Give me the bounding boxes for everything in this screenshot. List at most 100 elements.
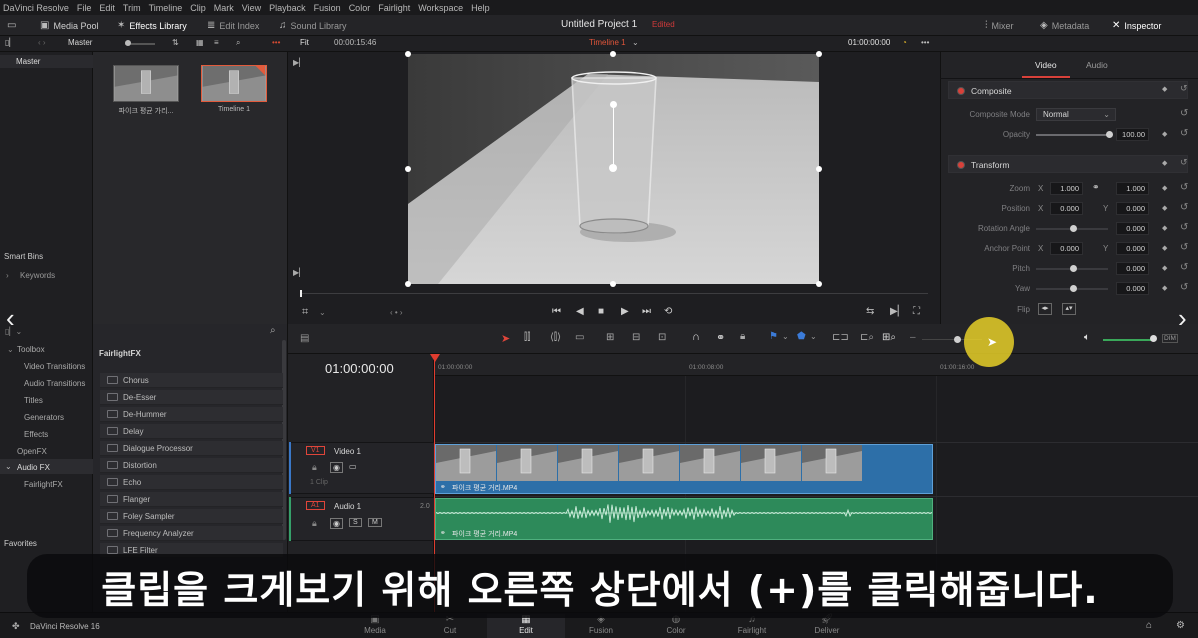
video-enable-icon[interactable]: ▭ <box>349 462 357 471</box>
fx-item[interactable]: Delay <box>100 424 283 439</box>
sound-library-button[interactable]: ♫ Sound Library <box>279 15 347 36</box>
custom-zoom-icon[interactable]: ⊞⌕ <box>882 332 896 343</box>
corner-handle-top-left[interactable] <box>405 51 411 57</box>
tree-titles[interactable]: Titles <box>24 396 43 405</box>
tree-audio-transitions[interactable]: Audio Transitions <box>24 379 85 388</box>
corner-handle-bottom-left[interactable] <box>405 281 411 287</box>
zoom-keyframe-icon[interactable]: ◆ <box>1162 184 1167 192</box>
anchor-x-value[interactable]: 0.000 <box>1050 242 1083 255</box>
clip-thumbnail[interactable] <box>113 65 179 102</box>
marker-icon[interactable]: ⬟ <box>797 331 806 342</box>
selection-tool-icon[interactable]: ➤ <box>501 332 510 345</box>
transform-tool-icon[interactable]: ⌗ <box>302 306 308 319</box>
dynamic-trim-icon[interactable]: ⟨⫿⟩ <box>550 332 561 343</box>
opacity-value[interactable]: 100.00 <box>1116 128 1149 141</box>
corner-handle-top-right[interactable] <box>816 51 822 57</box>
audio-fx-chevron-icon[interactable]: ⌄ <box>5 462 12 471</box>
playhead-handle[interactable] <box>430 354 440 362</box>
tree-audio-fx[interactable]: Audio FX <box>17 463 50 472</box>
menu-playback[interactable]: Playback <box>269 3 306 13</box>
insert-clip-icon[interactable]: ⊞ <box>606 332 614 343</box>
zoom-reset-icon[interactable]: ↺ <box>1180 182 1188 193</box>
pitch-value[interactable]: 0.000 <box>1116 262 1149 275</box>
transform-chevron-icon[interactable]: ⌄ <box>319 308 326 317</box>
opacity-reset-icon[interactable]: ↺ <box>1180 128 1188 139</box>
transform-keyframe-icon[interactable]: ◆ <box>1162 159 1167 167</box>
inspector-tab-audio[interactable]: Audio <box>1086 60 1108 70</box>
menu-mark[interactable]: Mark <box>214 3 234 13</box>
tree-video-transitions[interactable]: Video Transitions <box>24 362 85 371</box>
first-frame-icon[interactable]: ▶▏ <box>293 58 305 67</box>
play-icon[interactable]: ▶ <box>621 306 629 317</box>
viewer-options-icon[interactable]: ••• <box>921 38 929 47</box>
transform-enable-toggle[interactable] <box>957 161 965 169</box>
video-track-id[interactable]: V1 <box>306 446 325 455</box>
flip-vertical-icon[interactable]: ▴▾ <box>1062 303 1076 315</box>
position-y-value[interactable]: 0.000 <box>1116 202 1149 215</box>
pitch-slider-knob[interactable] <box>1070 265 1077 272</box>
edge-handle-left[interactable] <box>405 166 411 172</box>
pitch-keyframe-icon[interactable]: ◆ <box>1162 264 1167 272</box>
sync-icon[interactable]: ◔ <box>902 38 907 47</box>
menu-fairlight[interactable]: Fairlight <box>378 3 410 13</box>
timeline-thumbnail[interactable] <box>201 65 267 102</box>
full-extent-zoom-icon[interactable]: ⊏⊐ <box>832 332 849 343</box>
composite-reset-icon[interactable]: ↺ <box>1180 83 1188 94</box>
flip-horizontal-icon[interactable]: ◂▸ <box>1038 303 1052 315</box>
fx-item[interactable]: Flanger <box>100 492 283 507</box>
metadata-button[interactable]: ◈ Metadata <box>1040 15 1089 36</box>
anchor-reset-icon[interactable]: ↺ <box>1180 242 1188 253</box>
inspector-tab-video[interactable]: Video <box>1035 60 1057 70</box>
bin-keywords[interactable]: Keywords <box>20 271 55 280</box>
timeline-view-options-icon[interactable]: ▤ <box>300 333 309 344</box>
composite-mode-reset-icon[interactable]: ↺ <box>1180 108 1188 119</box>
fit-dropdown[interactable]: Fit <box>300 38 309 47</box>
zoom-out-icon[interactable]: – <box>910 332 916 343</box>
tree-fairlightfx[interactable]: FairlightFX <box>24 480 63 489</box>
video-track-name[interactable]: Video 1 <box>334 447 361 456</box>
composite-section-header[interactable]: Composite <box>948 81 1188 99</box>
rotation-slider-knob[interactable] <box>1070 225 1077 232</box>
link-icon[interactable]: ⚭ <box>1092 182 1100 193</box>
fx-item[interactable]: De-Hummer <box>100 407 283 422</box>
home-icon[interactable]: ⌂ <box>1146 620 1152 631</box>
audio-auto-select-icon[interactable]: ◉ <box>330 518 343 529</box>
marker-chevron-icon[interactable]: ⌄ <box>810 332 817 341</box>
more-options-icon[interactable]: ••• <box>272 38 280 47</box>
bin-master-row[interactable] <box>0 55 93 68</box>
viewer-scrubber-head[interactable] <box>300 290 302 297</box>
settings-gear-icon[interactable]: ⚙ <box>1176 620 1185 631</box>
snapping-icon[interactable]: ∩ <box>692 331 700 343</box>
master-volume-knob[interactable] <box>1150 335 1157 342</box>
yaw-keyframe-icon[interactable]: ◆ <box>1162 284 1167 292</box>
fx-item[interactable]: Echo <box>100 475 283 490</box>
next-edit-icon[interactable]: ▶▏ <box>890 306 905 317</box>
layout-button[interactable]: ▭ <box>7 15 16 36</box>
audio-mute-button[interactable]: M <box>368 518 382 527</box>
fx-item[interactable]: Foley Sampler <box>100 509 283 524</box>
back-forward-icon[interactable]: ‹ › <box>38 38 46 47</box>
menu-file[interactable]: File <box>77 3 92 13</box>
yaw-value[interactable]: 0.000 <box>1116 282 1149 295</box>
edit-index-button[interactable]: ≣ Edit Index <box>207 15 259 36</box>
tree-toolbox[interactable]: Toolbox <box>17 345 45 354</box>
opacity-slider[interactable] <box>1036 134 1108 136</box>
flag-icon[interactable]: ⚑ <box>769 331 778 342</box>
previous-arrow-icon[interactable]: ‹ <box>6 303 15 334</box>
audio-solo-button[interactable]: S <box>349 518 362 527</box>
composite-enable-toggle[interactable] <box>957 87 965 95</box>
audio-track-id[interactable]: A1 <box>306 501 325 510</box>
rotation-value[interactable]: 0.000 <box>1116 222 1149 235</box>
fx-item[interactable]: Distortion <box>100 458 283 473</box>
menu-edit[interactable]: Edit <box>99 3 115 13</box>
transform-anchor-handle[interactable] <box>609 164 617 172</box>
zoom-y-value[interactable]: 1.000 <box>1116 182 1149 195</box>
thumbnail-size-knob[interactable] <box>125 40 131 46</box>
video-clip[interactable]: ⚭ 파이크 평균 거리.MP4 <box>435 444 933 494</box>
corner-handle-bottom-right[interactable] <box>816 281 822 287</box>
effects-search-icon[interactable]: ⌕ <box>270 325 276 336</box>
effects-library-button[interactable]: ✶ Effects Library <box>117 15 187 36</box>
menu-color[interactable]: Color <box>349 3 371 13</box>
edge-handle-top[interactable] <box>610 51 616 57</box>
menu-help[interactable]: Help <box>471 3 490 13</box>
